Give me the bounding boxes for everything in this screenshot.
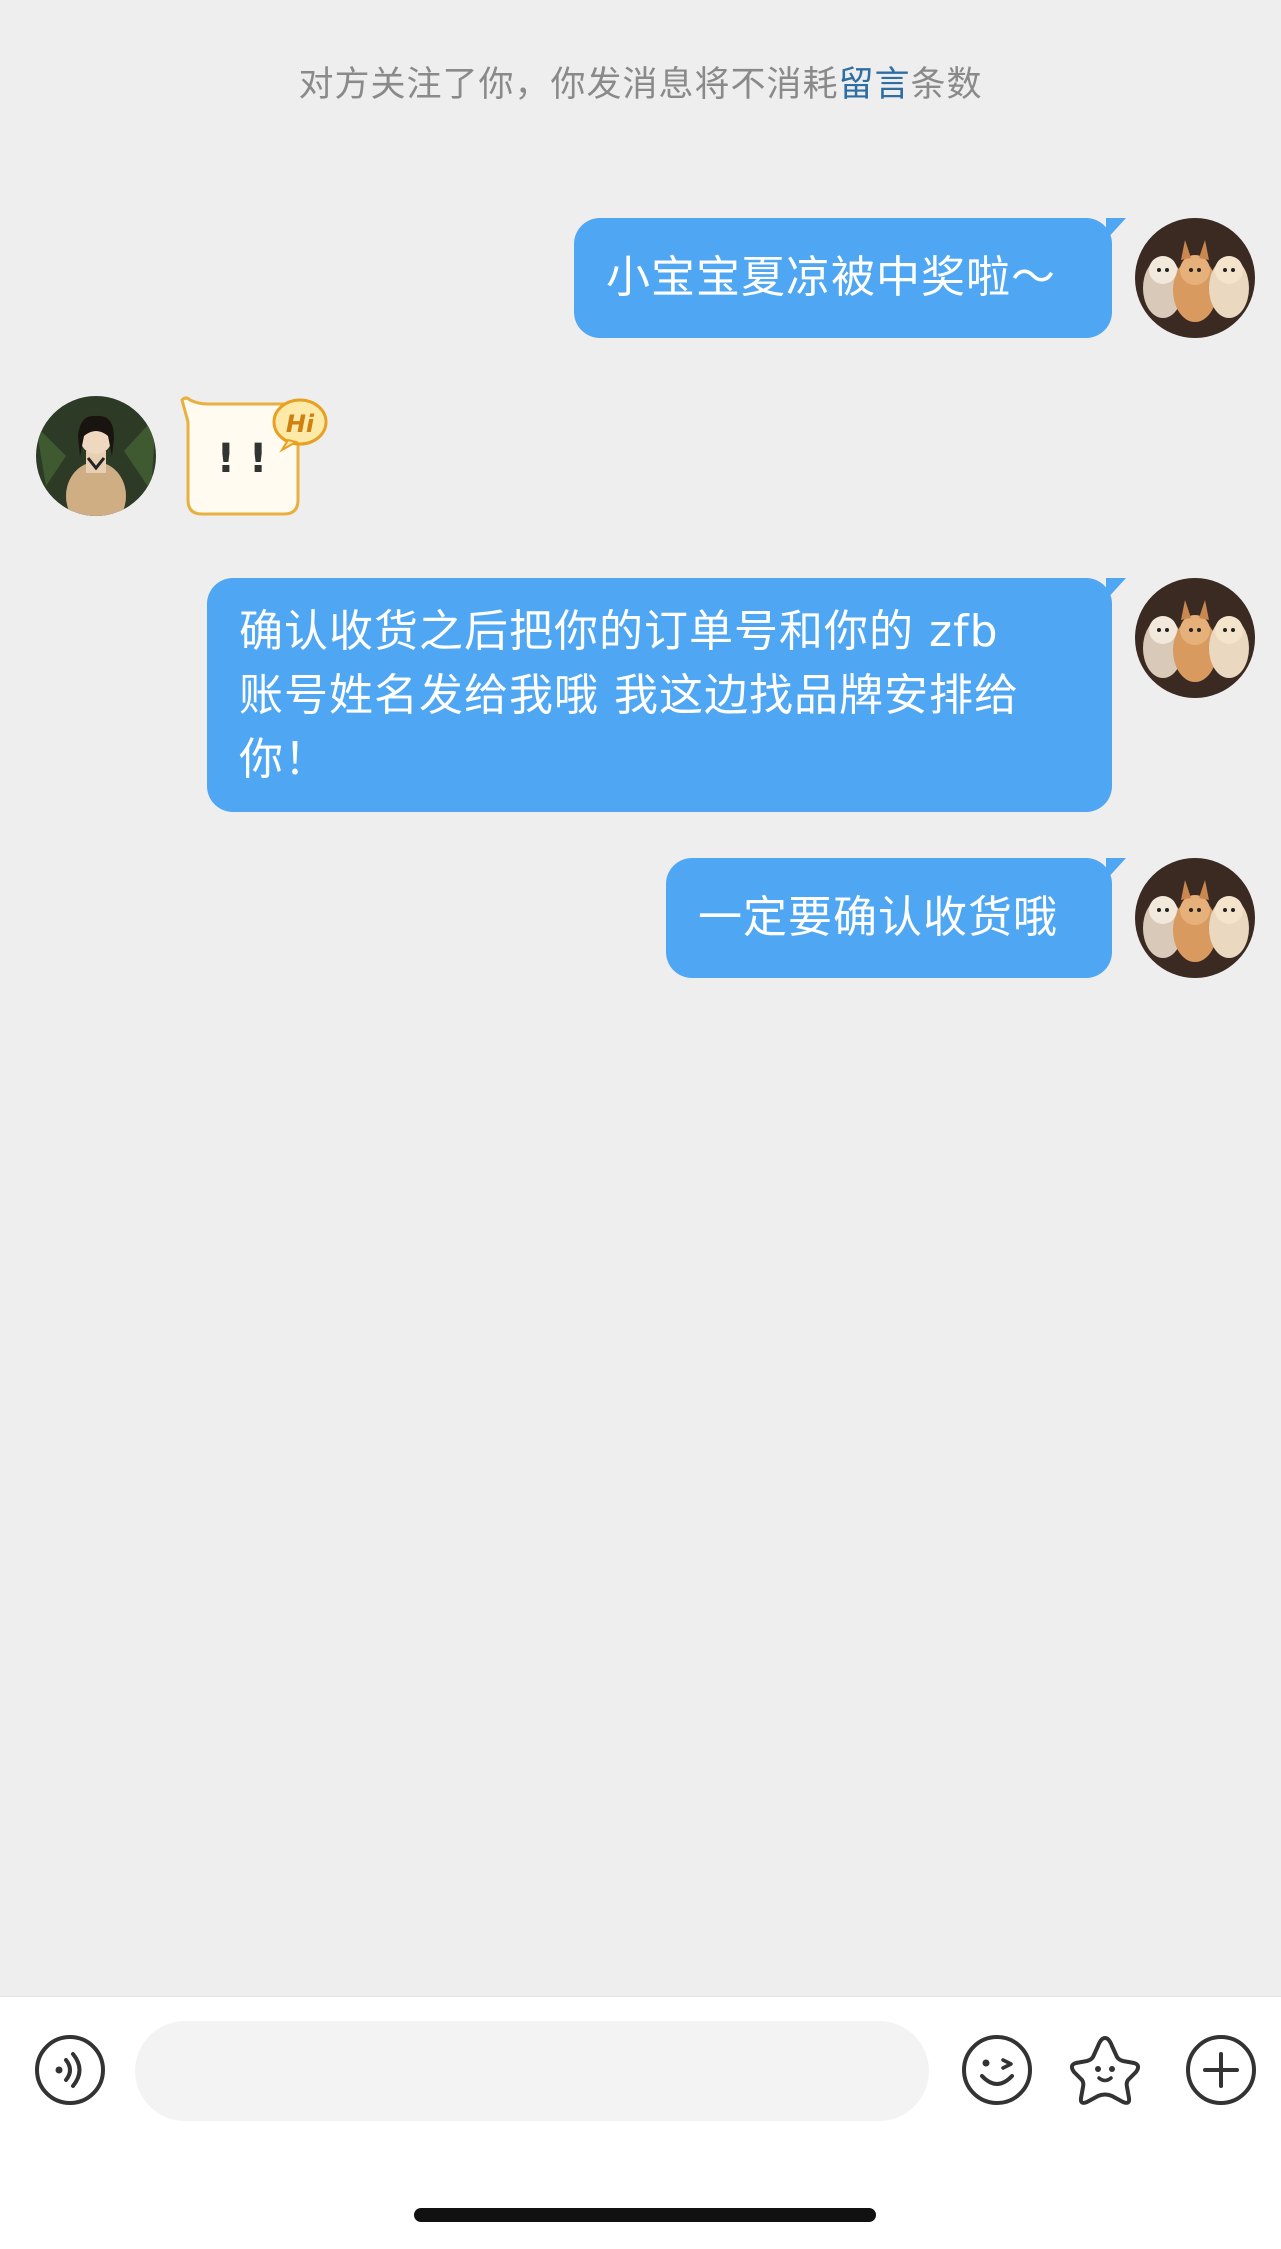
sticker-exclaim-text: ! ! — [217, 436, 267, 482]
notice-prefix: 对方关注了你，你发消息将不消耗 — [298, 65, 839, 105]
my-avatar[interactable] — [1135, 858, 1255, 978]
contact-avatar-image — [36, 396, 156, 516]
my-avatar[interactable] — [1135, 578, 1255, 698]
chat-screen: 对方关注了你，你发消息将不消耗留言条数 小宝宝夏凉被中奖啦～ Hi ! ! 确认… — [0, 0, 1281, 2249]
message-bubble-outgoing[interactable]: 小宝宝夏凉被中奖啦～ — [574, 218, 1126, 338]
my-avatar[interactable] — [1135, 218, 1255, 338]
message-input-field[interactable] — [135, 2021, 929, 2121]
sticker-badge-text: Hi — [286, 410, 315, 438]
notice-link[interactable]: 留言 — [838, 65, 910, 105]
dogs-avatar-image — [1135, 858, 1255, 978]
message-text: 小宝宝夏凉被中奖啦～ — [606, 252, 1056, 303]
notice-suffix: 条数 — [910, 65, 983, 105]
sticker-star-icon[interactable] — [1067, 2032, 1143, 2108]
message-bubble-outgoing[interactable]: 确认收货之后把你的订单号和你的 zfb 账号姓名发给我哦 我这边找品牌安排给 你… — [207, 578, 1126, 812]
follow-notice: 对方关注了你，你发消息将不消耗留言条数 — [0, 56, 1281, 107]
home-indicator — [414, 2208, 876, 2222]
dogs-avatar-image — [1135, 578, 1255, 698]
message-line: 账号姓名发给我哦 我这边找品牌安排给 — [239, 670, 1019, 721]
plus-icon[interactable] — [1183, 2032, 1259, 2108]
message-line: 确认收货之后把你的订单号和你的 zfb — [239, 606, 999, 657]
message-text: 一定要确认收货哦 — [698, 892, 1058, 943]
message-line: 你！ — [239, 734, 329, 785]
voice-icon[interactable] — [32, 2032, 108, 2108]
emoji-icon[interactable] — [959, 2032, 1035, 2108]
speech-bubble-sticker: Hi ! ! — [180, 396, 328, 516]
sticker-message[interactable]: Hi ! ! — [168, 392, 336, 522]
message-bubble-outgoing[interactable]: 一定要确认收货哦 — [666, 858, 1126, 978]
contact-avatar[interactable] — [36, 396, 156, 516]
dogs-avatar-image — [1135, 218, 1255, 338]
